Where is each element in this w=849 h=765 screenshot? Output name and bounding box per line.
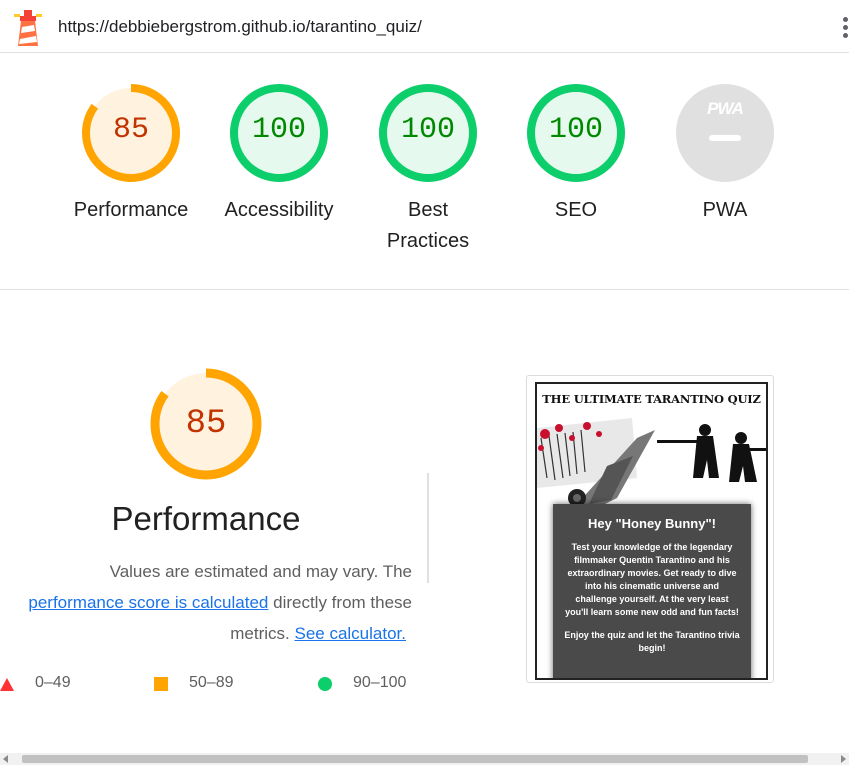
gauge-seo[interactable]: 100 SEO <box>501 83 651 226</box>
gauge-label: Accessibility <box>224 199 334 221</box>
orange-square-icon <box>154 677 168 691</box>
movie-art-image <box>537 418 766 508</box>
performance-title: Performance <box>111 500 301 537</box>
welcome-card: Hey "Honey Bunny"! Test your knowledge o… <box>553 504 751 678</box>
gauge-score: 85 <box>112 113 149 147</box>
performance-description: Values are estimated and may vary. The p… <box>0 556 412 649</box>
vertical-divider <box>427 473 429 583</box>
red-triangle-icon <box>0 678 14 691</box>
desc-line-2: directly from these <box>268 593 412 612</box>
thumbnail-title: THE ULTIMATE TARANTINO QUIZ <box>542 392 761 406</box>
screenshot-frame: THE ULTIMATE TARANTINO QUIZ Hey "Honey B… <box>535 382 768 680</box>
card-heading: Hey "Honey Bunny"! <box>588 516 716 531</box>
page-url[interactable]: https://debbiebergstrom.github.io/tarant… <box>58 17 422 37</box>
lighthouse-icon <box>14 10 42 46</box>
gauge-score: 100 <box>400 113 455 147</box>
desc-line-3: metrics. <box>230 624 295 643</box>
gauge-label: Best Practices <box>386 199 470 252</box>
card-text: Test your knowledge of the legendary fil… <box>565 542 739 617</box>
gauge-pwa[interactable]: PWA PWA <box>650 83 800 226</box>
score-calculated-link[interactable]: performance score is calculated <box>28 593 268 612</box>
kebab-menu-icon[interactable] <box>839 14 849 42</box>
gauge-performance[interactable]: 85 Performance <box>56 83 206 226</box>
page-screenshot-thumbnail[interactable]: THE ULTIMATE TARANTINO QUIZ Hey "Honey B… <box>526 375 774 683</box>
card-text-2: Enjoy the quiz and let the Tarantino tri… <box>564 630 740 653</box>
gauge-score: 100 <box>548 113 603 147</box>
gauge-score: 100 <box>251 113 306 147</box>
gauge-label: SEO <box>554 199 598 221</box>
performance-gauge: 85 <box>150 368 262 480</box>
gauge-label: Performance <box>73 199 189 221</box>
scroll-right-icon[interactable] <box>841 755 846 763</box>
category-gauges: 85 Performance 100 Accessibility 100 Bes… <box>0 53 849 289</box>
desc-line-1: Values are estimated and may vary. The <box>109 562 412 581</box>
gauge-best-practices[interactable]: 100 Best Practices <box>353 83 503 257</box>
gauge-accessibility[interactable]: 100 Accessibility <box>204 83 354 226</box>
horizontal-scrollbar[interactable] <box>0 753 849 765</box>
pwa-badge-icon: PWA <box>707 99 744 118</box>
see-calculator-link[interactable]: See calculator. <box>294 624 406 643</box>
performance-section: 85 Performance Values are estimated and … <box>0 290 849 750</box>
scrollbar-thumb[interactable] <box>22 755 808 763</box>
performance-score: 85 <box>185 405 227 443</box>
scroll-left-icon[interactable] <box>3 755 8 763</box>
url-bar: https://debbiebergstrom.github.io/tarant… <box>0 0 849 53</box>
green-circle-icon <box>318 677 332 691</box>
gauge-label: PWA <box>702 199 748 221</box>
